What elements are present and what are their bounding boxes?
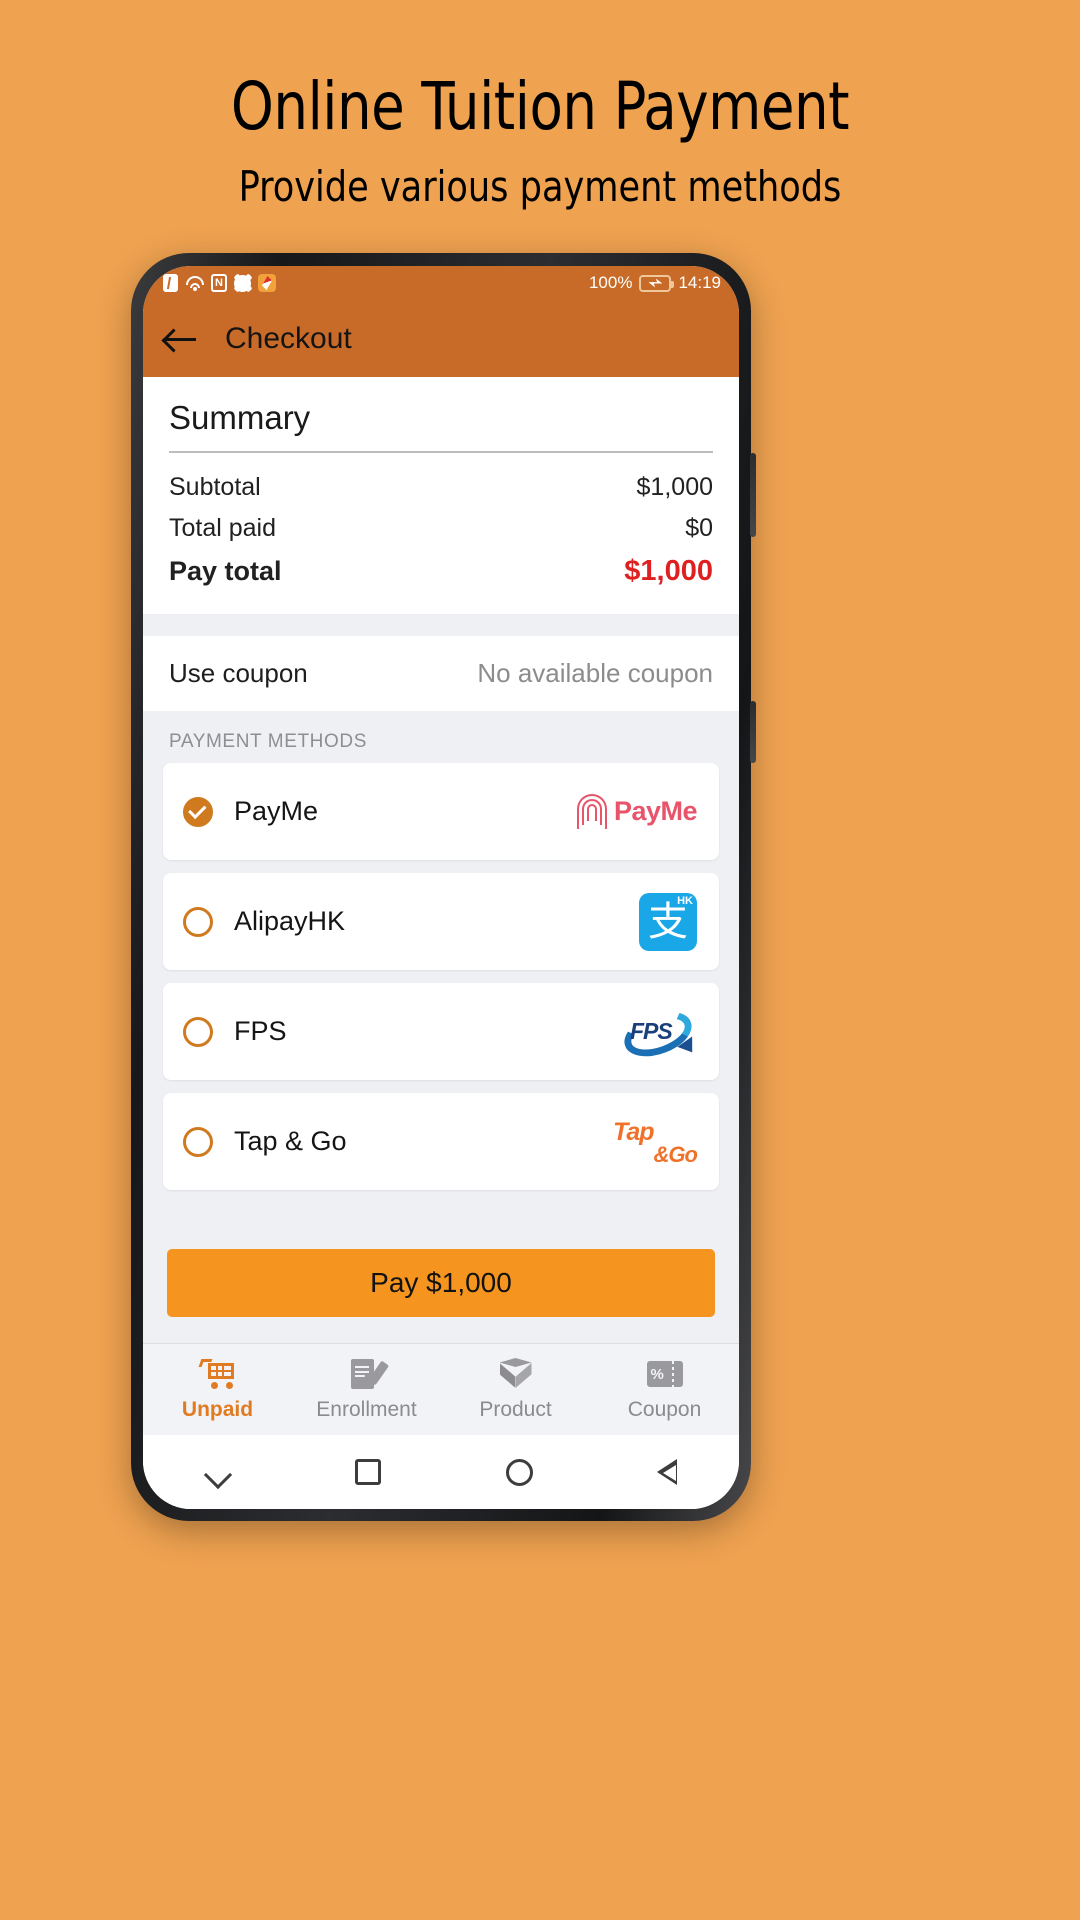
status-bar: N 100% 14:19 — [143, 266, 739, 300]
radio-alipayhk[interactable] — [183, 906, 213, 937]
tab-product[interactable]: Product — [441, 1344, 590, 1435]
tab-enrollment[interactable]: Enrollment — [292, 1344, 441, 1435]
summary-row-pay-total: Pay total $1,000 — [169, 549, 713, 594]
alipayhk-logo-text: HK — [677, 894, 693, 907]
tapgo-logo: Tap &Go — [613, 1116, 698, 1168]
radio-tapgo[interactable] — [183, 1126, 213, 1157]
box-icon — [499, 1357, 532, 1391]
use-coupon-value: No available coupon — [477, 658, 713, 688]
payment-methods-section-label: PAYMENT METHODS — [169, 731, 367, 752]
phone-mockup: N 100% 14:19 Checkout Summary Subtotal $… — [131, 253, 756, 1521]
use-coupon-label: Use coupon — [169, 658, 308, 688]
summary-row-subtotal: Subtotal $1,000 — [169, 467, 713, 508]
chevron-down-icon[interactable] — [205, 1465, 231, 1479]
cart-icon — [198, 1357, 236, 1391]
pay-total-value: $1,000 — [624, 555, 713, 587]
status-bar-right: 100% 14:19 — [589, 273, 721, 293]
battery-charging-icon — [639, 274, 675, 292]
payment-method-tapgo[interactable]: Tap & Go Tap &Go — [163, 1093, 719, 1190]
total-paid-value: $0 — [685, 514, 713, 542]
phone-screen: N 100% 14:19 Checkout Summary Subtotal $… — [143, 266, 739, 1509]
volume-button[interactable] — [750, 701, 756, 763]
gear-icon — [234, 274, 251, 292]
circle-icon[interactable] — [505, 1458, 533, 1486]
payment-method-label: AlipayHK — [234, 906, 346, 936]
tab-unpaid[interactable]: Unpaid — [143, 1344, 292, 1435]
promo-header: Online Tuition Payment Provide various p… — [0, 0, 1080, 210]
bluetooth-icon — [163, 274, 178, 292]
clock-label: 14:19 — [678, 273, 721, 292]
tapgo-logo-text: Tap — [613, 1117, 655, 1146]
fps-logo-text: FPS — [630, 1017, 673, 1044]
coupon-icon: % — [646, 1357, 683, 1391]
battery-percent-label: 100% — [588, 273, 633, 292]
subtotal-value: $1,000 — [636, 473, 713, 501]
payment-method-label: Tap & Go — [234, 1126, 347, 1156]
android-navigation-bar — [143, 1435, 739, 1509]
pay-total-label: Pay total — [169, 556, 282, 586]
subtotal-label: Subtotal — [169, 473, 261, 501]
payment-method-label: FPS — [234, 1016, 287, 1046]
status-bar-left-icons: N — [163, 274, 276, 292]
back-arrow-icon[interactable] — [165, 327, 197, 351]
back-triangle-icon[interactable] — [656, 1459, 677, 1485]
pay-button[interactable]: Pay $1,000 — [167, 1249, 715, 1317]
tapgo-logo-text-2: &Go — [653, 1141, 698, 1167]
payment-method-fps[interactable]: FPS FPS — [163, 983, 719, 1080]
document-edit-icon — [350, 1357, 389, 1391]
wifi-icon — [185, 275, 204, 291]
app-notification-icon — [258, 274, 276, 292]
summary-row-total-paid: Total paid $0 — [169, 508, 713, 549]
nfc-icon: N — [211, 274, 227, 292]
app-bar: Checkout — [143, 300, 739, 377]
payme-mark-icon — [576, 793, 611, 830]
radio-fps[interactable] — [183, 1016, 213, 1047]
fps-logo: FPS — [618, 1002, 700, 1065]
promo-subtitle: Provide various payment methods — [238, 161, 842, 211]
summary-card: Summary Subtotal $1,000 Total paid $0 Pa… — [143, 377, 739, 614]
tab-label: Product — [479, 1398, 552, 1421]
payme-logo-text: PayMe — [613, 796, 698, 826]
tab-label: Enrollment — [316, 1398, 417, 1421]
screen-content: Summary Subtotal $1,000 Total paid $0 Pa… — [143, 377, 739, 1343]
tab-label: Coupon — [627, 1398, 702, 1421]
payment-method-payme[interactable]: PayMe PayMe — [163, 763, 719, 860]
page-title: Checkout — [225, 321, 352, 355]
pay-button-container: Pay $1,000 — [143, 1249, 739, 1343]
payment-methods-list: PayMe PayMe AlipayHK 支 HK FPS FPS Tap & … — [143, 763, 739, 1203]
tab-coupon[interactable]: % Coupon — [590, 1344, 739, 1435]
use-coupon-row[interactable]: Use coupon No available coupon — [143, 636, 739, 711]
summary-heading: Summary — [169, 399, 311, 436]
promo-title: Online Tuition Payment — [230, 68, 850, 145]
radio-payme[interactable] — [183, 796, 213, 827]
square-icon[interactable] — [355, 1459, 382, 1485]
payment-method-label: PayMe — [234, 796, 319, 826]
section-gap — [143, 614, 739, 636]
power-button[interactable] — [750, 453, 756, 537]
total-paid-label: Total paid — [169, 514, 277, 542]
payme-logo: PayMe — [576, 793, 698, 830]
payment-method-alipayhk[interactable]: AlipayHK 支 HK — [163, 873, 719, 970]
alipayhk-logo: 支 HK — [639, 892, 697, 951]
bottom-tab-bar: Unpaid Enrollment Product % Coupon — [143, 1343, 739, 1435]
tab-label: Unpaid — [181, 1398, 254, 1421]
summary-divider — [169, 451, 713, 453]
